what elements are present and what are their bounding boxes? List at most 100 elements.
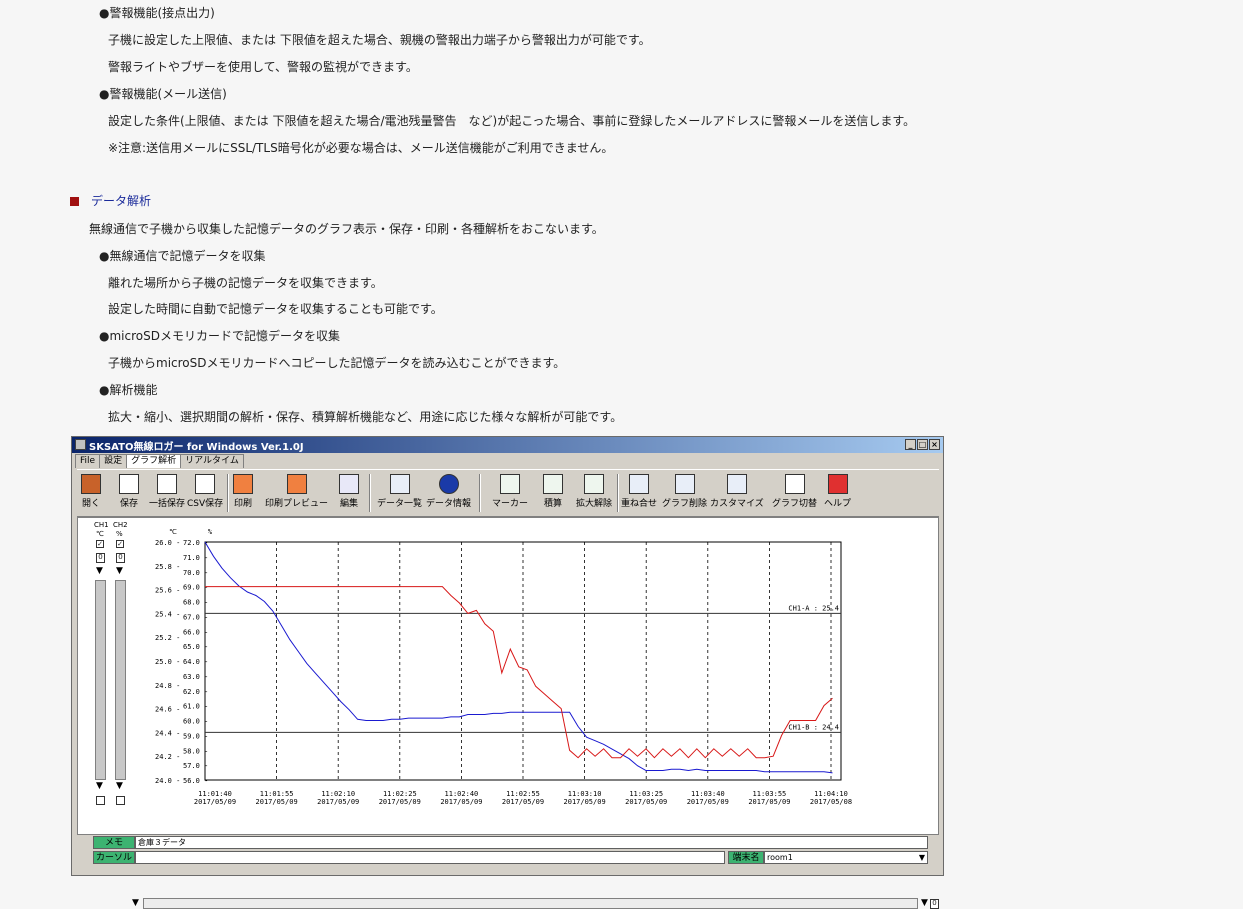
ch2-label: CH2 <box>113 521 128 529</box>
y-left-tick-label: 25.6 - <box>155 587 180 595</box>
save-button[interactable]: 保存 <box>119 474 139 509</box>
overlay-button[interactable]: 重ね合せ <box>621 474 657 509</box>
x-tick-date-label: 2017/05/09 <box>317 798 359 806</box>
print-preview-button[interactable]: 印刷プレビュー <box>265 474 328 509</box>
data-info-button[interactable]: データ情報 <box>426 474 471 509</box>
print-preview-icon <box>286 474 307 494</box>
graph-chart[interactable]: ℃ % 26.0 - 25.8 - 25.6 - 25.4 - 25.2 - 25.0 - 24… <box>133 524 933 816</box>
x-tick-date-label: 2017/05/09 <box>194 798 236 806</box>
printer-icon <box>233 474 253 494</box>
y-right-tick-label: 63.0 - <box>183 673 208 681</box>
graph-switch-icon <box>784 474 805 494</box>
x-tick-date-label: 2017/05/09 <box>379 798 421 806</box>
analysis-title: 解析機能 <box>99 381 157 398</box>
zoom-value[interactable]: 0 <box>930 899 939 909</box>
ch1-scrollbar[interactable] <box>95 580 106 780</box>
x-tick-time-label: 11:03:25 <box>629 790 663 798</box>
terminal-select[interactable]: room1 ▼ <box>764 851 928 864</box>
ch2-small-button[interactable] <box>116 796 125 805</box>
integrate-button[interactable]: 積算 <box>543 474 563 509</box>
x-tick-date-label: 2017/05/09 <box>564 798 606 806</box>
minimize-button[interactable]: _ <box>905 439 916 450</box>
customize-button[interactable]: カスタマイズ <box>710 474 764 509</box>
y-right-tick-label: 72.0 - <box>183 539 208 547</box>
data-list-button[interactable]: データ一覧 <box>377 474 422 509</box>
y-right-tick-label: 64.0 - <box>183 658 208 666</box>
wireless-desc2: 設定した時間に自動で記憶データを収集することも可能です。 <box>108 302 443 316</box>
x-tick-time-label: 11:03:55 <box>753 790 787 798</box>
sd-title: microSDメモリカードで記憶データを収集 <box>99 327 340 344</box>
horizontal-scrollbar[interactable] <box>143 898 918 909</box>
ch2-unit: % <box>116 530 123 538</box>
graph-switch-button[interactable]: グラフ切替 <box>772 474 817 509</box>
tab-settings[interactable]: 設定 <box>99 454 128 468</box>
terminal-label: 端末名 <box>728 851 764 864</box>
info-icon <box>438 474 459 494</box>
memo-field[interactable]: 倉庫３データ <box>135 836 928 849</box>
ch1-label: CH1 <box>94 521 109 529</box>
help-button[interactable]: ヘルプ <box>824 474 851 509</box>
ch1-small-button[interactable] <box>96 796 105 805</box>
x-tick-time-label: 11:02:25 <box>383 790 417 798</box>
app-window: SKSATO無線ロガー for Windows Ver.1.0J _ □ × F… <box>71 436 944 909</box>
integrate-icon <box>543 474 563 494</box>
square-bullet-icon <box>70 197 79 206</box>
sd-desc: 子機からmicroSDメモリカードへコピーした記憶データを読み込むことができます… <box>108 356 566 370</box>
x-tick-time-label: 11:03:10 <box>568 790 602 798</box>
close-button[interactable]: × <box>929 439 940 450</box>
tab-file[interactable]: File <box>75 454 101 468</box>
y-right-tick-label: 71.0 - <box>183 554 208 562</box>
marker-button[interactable]: マーカー <box>492 474 528 509</box>
edit-button[interactable]: 編集 <box>339 474 359 509</box>
ch1-scroll-down-icon[interactable]: ▼ <box>96 782 103 791</box>
open-button[interactable]: 開く <box>81 474 101 509</box>
tab-graph-analysis[interactable]: グラフ解析 <box>126 454 182 468</box>
y-right-tick-label: 66.0 - <box>183 628 208 636</box>
csv-save-button[interactable]: CSV保存 <box>187 474 223 509</box>
alarm-contact-desc2: 警報ライトやブザーを使用して、警報の監視ができます。 <box>108 60 418 74</box>
toolbar: 開く 保存 一括保存 CSV保存 印刷 印刷プレビュー 編集 データ一覧 データ… <box>77 469 939 517</box>
customize-graph-icon <box>726 474 747 494</box>
cursor-label: カーソル <box>93 851 135 864</box>
app-icon <box>75 439 86 450</box>
scroll-right-icon[interactable]: ▼ <box>921 899 928 908</box>
y-right-unit-label: % <box>208 528 213 536</box>
alarm-mail-note: ※注意:送信用メールにSSL/TLS暗号化が必要な場合は、メール送信機能がご利用… <box>108 141 614 155</box>
toolbar-separator <box>617 474 619 512</box>
x-tick-time-label: 11:02:10 <box>321 790 355 798</box>
x-tick-time-label: 11:04:10 <box>814 790 848 798</box>
y-right-tick-label: 65.0 - <box>183 643 208 651</box>
table-icon <box>389 474 410 494</box>
ch2-scrollbar[interactable] <box>115 580 126 780</box>
scroll-left-icon[interactable]: ▼ <box>132 899 139 908</box>
wireless-desc1: 離れた場所から子機の記憶データを収集できます。 <box>108 276 383 290</box>
ch1-unit: ℃ <box>96 530 104 538</box>
window-title: SKSATO無線ロガー for Windows Ver.1.0J <box>89 442 304 453</box>
zoom-reset-button[interactable]: 拡大解除 <box>576 474 612 509</box>
memo-label: メモ <box>93 836 135 849</box>
y-left-tick-label: 24.4 - <box>155 729 180 737</box>
y-left-unit-label: ℃ <box>169 528 177 536</box>
ch2-scroll-down-icon[interactable]: ▼ <box>116 782 123 791</box>
print-button[interactable]: 印刷 <box>233 474 253 509</box>
ch1-value[interactable]: 0 <box>96 553 105 563</box>
y-right-tick-label: 58.0 - <box>183 747 208 755</box>
x-tick-time-label: 11:02:55 <box>506 790 540 798</box>
maximize-button[interactable]: □ <box>917 439 928 450</box>
wireless-title: 無線通信で記憶データを収集 <box>99 247 265 264</box>
chevron-down-icon: ▼ <box>918 853 925 862</box>
ch2-down-arrow-icon[interactable]: ▼ <box>116 567 123 576</box>
x-tick-date-label: 2017/05/09 <box>440 798 482 806</box>
ch1-down-arrow-icon[interactable]: ▼ <box>96 567 103 576</box>
x-tick-time-label: 11:01:40 <box>198 790 232 798</box>
delete-graph-button[interactable]: グラフ削除 <box>662 474 707 509</box>
batch-save-button[interactable]: 一括保存 <box>149 474 185 509</box>
cursor-field[interactable] <box>135 851 725 864</box>
ch1-checkbox[interactable]: ✓ <box>96 540 104 548</box>
ch2-value[interactable]: 0 <box>116 553 125 563</box>
tab-realtime[interactable]: リアルタイム <box>180 454 244 468</box>
graph-panel: CH1 CH2 ℃ % ✓ ✓ 0 0 ▼ ▼ ▼ ▼ ℃% 26.0 - 25.8… <box>77 517 939 909</box>
y-right-tick-label: 69.0 - <box>183 584 208 592</box>
alarm-mail-desc1: 設定した条件(上限値、または 下限値を超えた場合/電池残量警告 など)が起こった… <box>108 114 916 128</box>
ch2-checkbox[interactable]: ✓ <box>116 540 124 548</box>
